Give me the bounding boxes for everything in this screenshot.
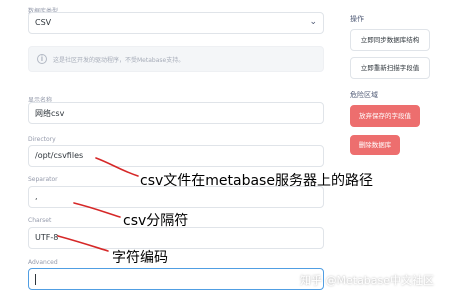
separator-arrow (73, 202, 121, 218)
separator-annotation: csv分隔符 (123, 213, 189, 229)
directory-arrow (95, 157, 139, 177)
charset-annotation: 字符编码 (112, 250, 168, 266)
charset-arrow (57, 235, 109, 252)
annotation-arrows (57, 157, 139, 252)
directory-annotation: csv文件在metabase服务器上的路径 (140, 173, 373, 189)
zhihu-watermark: 知乎 @Metabase中文社区 (300, 274, 435, 287)
